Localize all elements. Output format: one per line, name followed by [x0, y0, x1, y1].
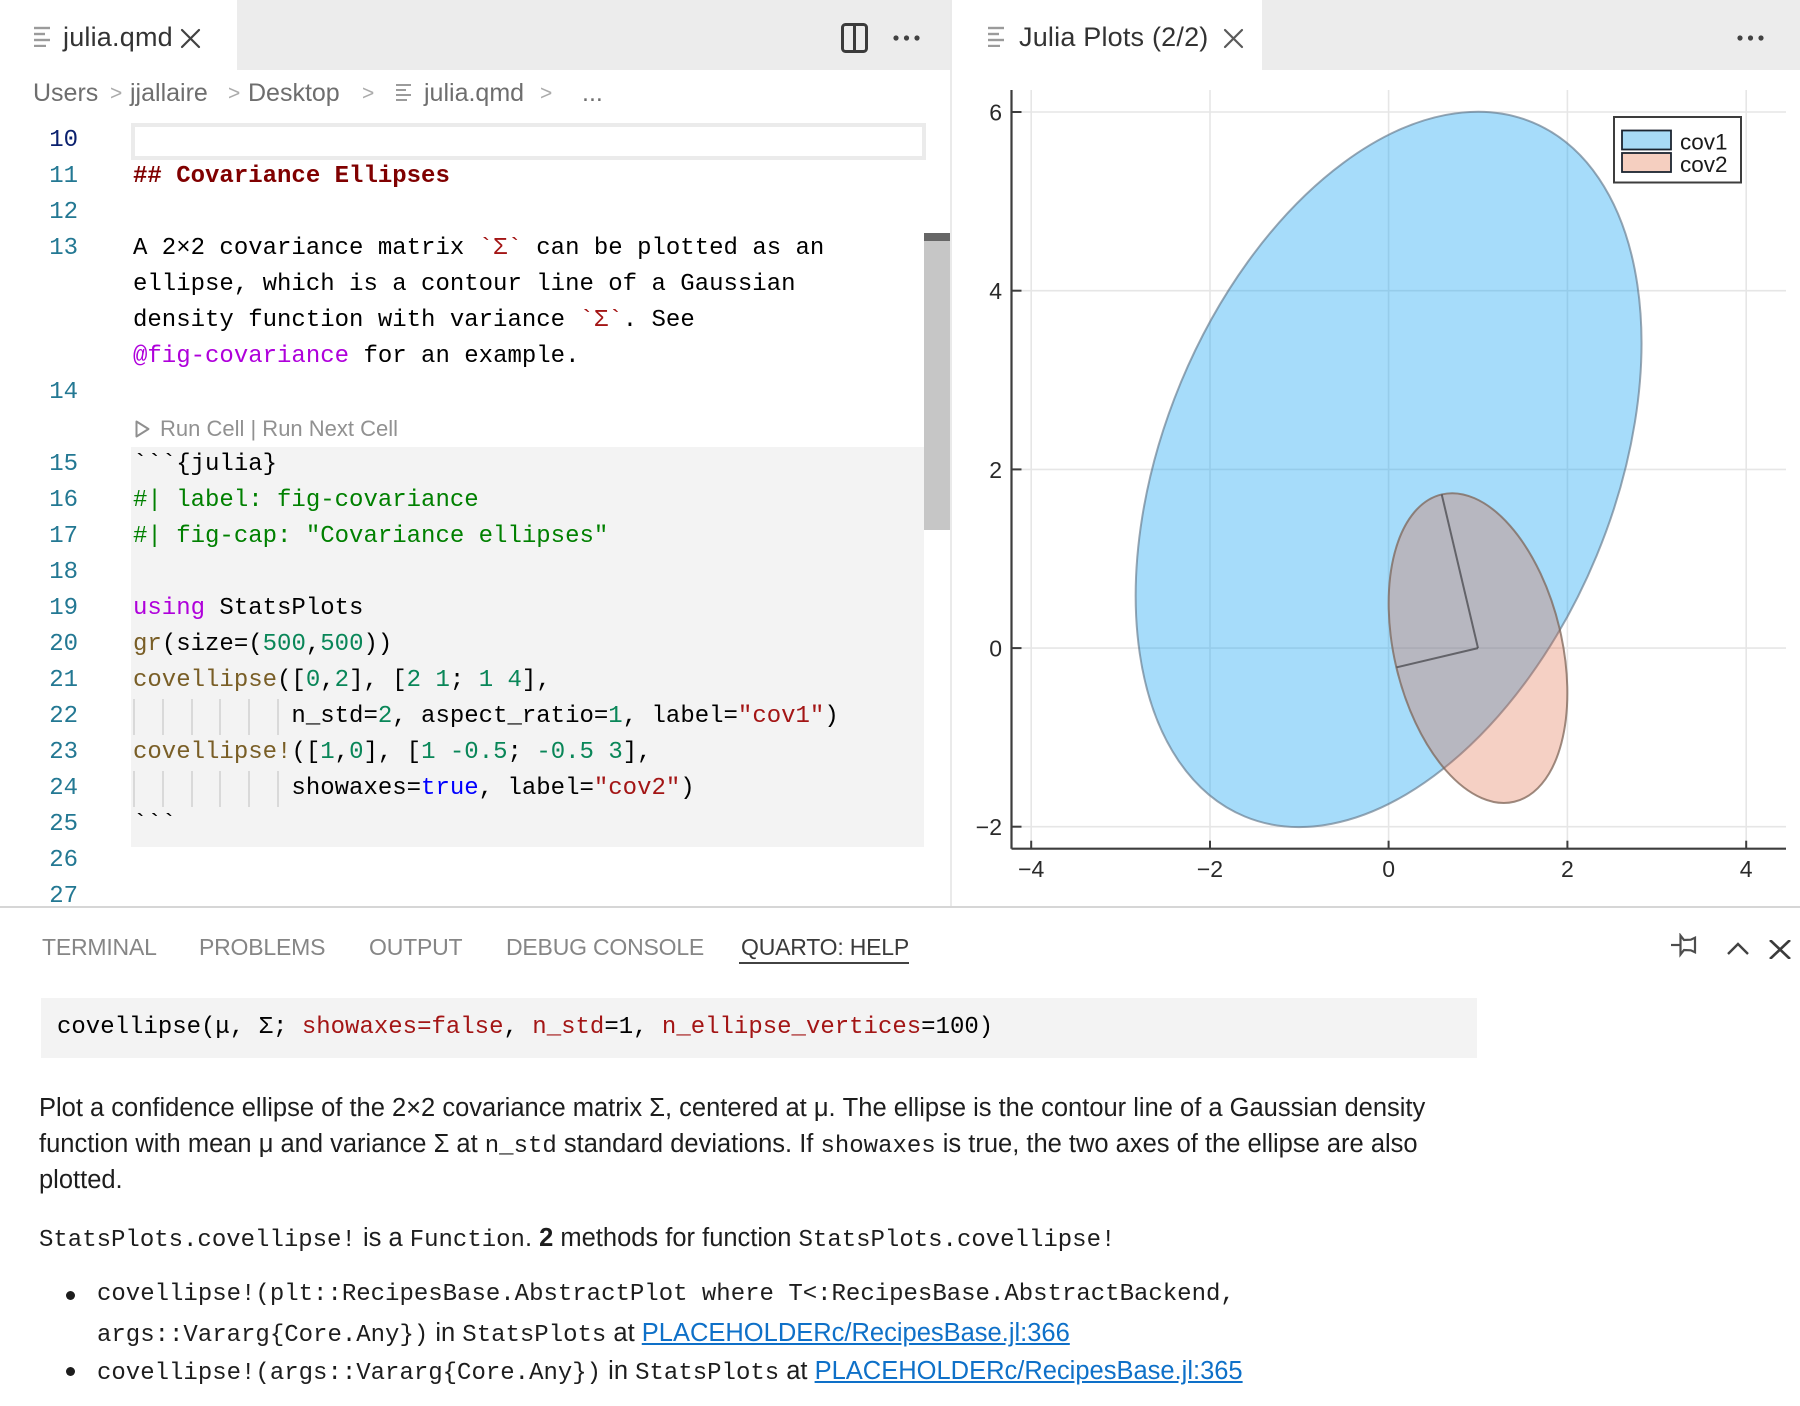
- svg-text:cov2: cov2: [1680, 152, 1728, 177]
- svg-text:−2: −2: [976, 814, 1002, 840]
- svg-text:2: 2: [989, 457, 1002, 483]
- svg-text:−4: −4: [1018, 856, 1044, 882]
- svg-text:−2: −2: [1197, 856, 1223, 882]
- svg-text:2: 2: [1561, 856, 1574, 882]
- svg-text:6: 6: [989, 100, 1002, 126]
- svg-text:0: 0: [1382, 856, 1395, 882]
- svg-text:4: 4: [989, 278, 1002, 304]
- svg-text:4: 4: [1740, 856, 1753, 882]
- svg-text:0: 0: [989, 636, 1002, 662]
- svg-text:cov1: cov1: [1680, 129, 1728, 154]
